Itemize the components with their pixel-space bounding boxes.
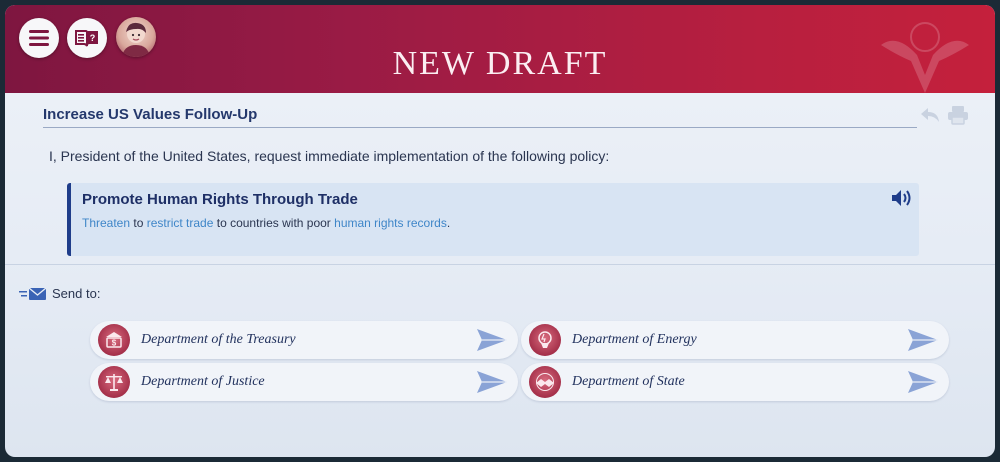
header-banner: ? NEW DRAFT <box>5 5 995 93</box>
undo-icon[interactable] <box>919 105 941 125</box>
draft-title: Increase US Values Follow-Up <box>43 106 258 123</box>
energy-seal-icon <box>529 324 561 356</box>
policy-desc-text: to <box>130 216 147 230</box>
presidential-seal-icon <box>881 22 969 93</box>
send-to-label: Send to: <box>19 286 100 301</box>
send-arrow-icon[interactable] <box>476 370 508 394</box>
policy-card: Promote Human Rights Through Trade Threa… <box>67 183 919 256</box>
state-seal-icon <box>529 366 561 398</box>
treasury-seal-icon: $ <box>98 324 130 356</box>
department-name: Department of Justice <box>141 374 265 389</box>
department-energy-button[interactable]: Department of Energy <box>521 321 949 359</box>
department-name: Department of Energy <box>572 332 697 347</box>
send-to-text: Send to: <box>52 286 101 301</box>
keyword-restrict-trade[interactable]: restrict trade <box>147 216 214 230</box>
send-arrow-icon[interactable] <box>907 370 939 394</box>
department-treasury-button[interactable]: $ Department of the Treasury <box>90 321 518 359</box>
send-arrow-icon[interactable] <box>476 328 508 352</box>
department-justice-button[interactable]: Department of Justice <box>90 363 518 401</box>
envelope-send-icon <box>19 286 47 300</box>
policy-desc-text: . <box>446 216 451 230</box>
department-name: Department of the Treasury <box>141 332 296 347</box>
speaker-icon[interactable] <box>891 189 913 207</box>
send-arrow-icon[interactable] <box>907 328 939 352</box>
policy-description: Threaten to restrict trade to countries … <box>82 216 450 230</box>
justice-seal-icon <box>98 366 130 398</box>
app-window: ? NEW DRAFT Increase US Values Follow-Up… <box>5 5 995 457</box>
page-title: NEW DRAFT <box>392 45 608 82</box>
keyword-human-rights-records[interactable]: human rights records <box>334 216 447 230</box>
svg-text:$: $ <box>112 339 117 348</box>
policy-title: Promote Human Rights Through Trade <box>82 191 358 208</box>
svg-text:?: ? <box>90 33 96 43</box>
print-icon[interactable] <box>947 105 969 125</box>
keyword-threaten[interactable]: Threaten <box>82 216 130 230</box>
department-state-button[interactable]: Department of State <box>521 363 949 401</box>
department-name: Department of State <box>572 374 685 389</box>
draft-intro-text: I, President of the United States, reque… <box>49 148 610 164</box>
policy-desc-text: to countries with poor <box>213 216 335 230</box>
section-divider <box>5 264 995 265</box>
title-divider <box>43 127 917 128</box>
